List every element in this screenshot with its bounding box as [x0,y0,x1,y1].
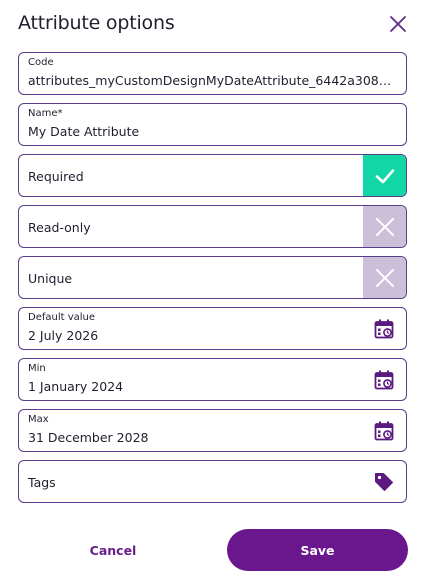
x-icon [375,268,394,287]
unique-toggle[interactable] [363,257,406,298]
default-value-field[interactable]: Default value 2 July 2026 [18,307,407,350]
min-field[interactable]: Min 1 January 2024 [18,358,407,401]
code-field[interactable]: Code attributes_myCustomDesignMyDateAttr… [18,52,407,95]
required-label: Required [28,169,84,184]
max-label: Max [28,414,49,425]
read-only-toggle-row: Read-only [18,205,407,248]
save-button[interactable]: Save [227,529,408,571]
min-label: Min [28,363,46,374]
max-value: 31 December 2028 [28,430,149,445]
tags-label: Tags [28,475,56,490]
calendar-icon[interactable] [374,370,394,390]
unique-toggle-row: Unique [18,256,407,299]
unique-label: Unique [28,271,73,286]
dialog-title: Attribute options [18,12,175,34]
default-value-value: 2 July 2026 [28,328,99,343]
max-field[interactable]: Max 31 December 2028 [18,409,407,452]
required-toggle-row: Required [18,154,407,197]
cancel-button[interactable]: Cancel [18,529,208,571]
name-label: Name* [28,108,63,119]
min-value: 1 January 2024 [28,379,124,394]
name-value: My Date Attribute [28,124,140,139]
close-icon[interactable] [389,15,407,33]
calendar-icon[interactable] [374,421,394,441]
name-field[interactable]: Name* My Date Attribute [18,103,407,146]
read-only-label: Read-only [28,220,91,235]
x-icon [375,217,394,236]
tags-field[interactable]: Tags [18,460,407,503]
check-icon [375,168,394,183]
code-label: Code [28,57,54,68]
required-toggle[interactable] [363,155,406,196]
default-value-label: Default value [28,312,96,323]
code-value: attributes_myCustomDesignMyDateAttribute… [28,73,394,88]
tag-icon[interactable] [374,472,394,492]
read-only-toggle[interactable] [363,206,406,247]
calendar-icon[interactable] [374,319,394,339]
